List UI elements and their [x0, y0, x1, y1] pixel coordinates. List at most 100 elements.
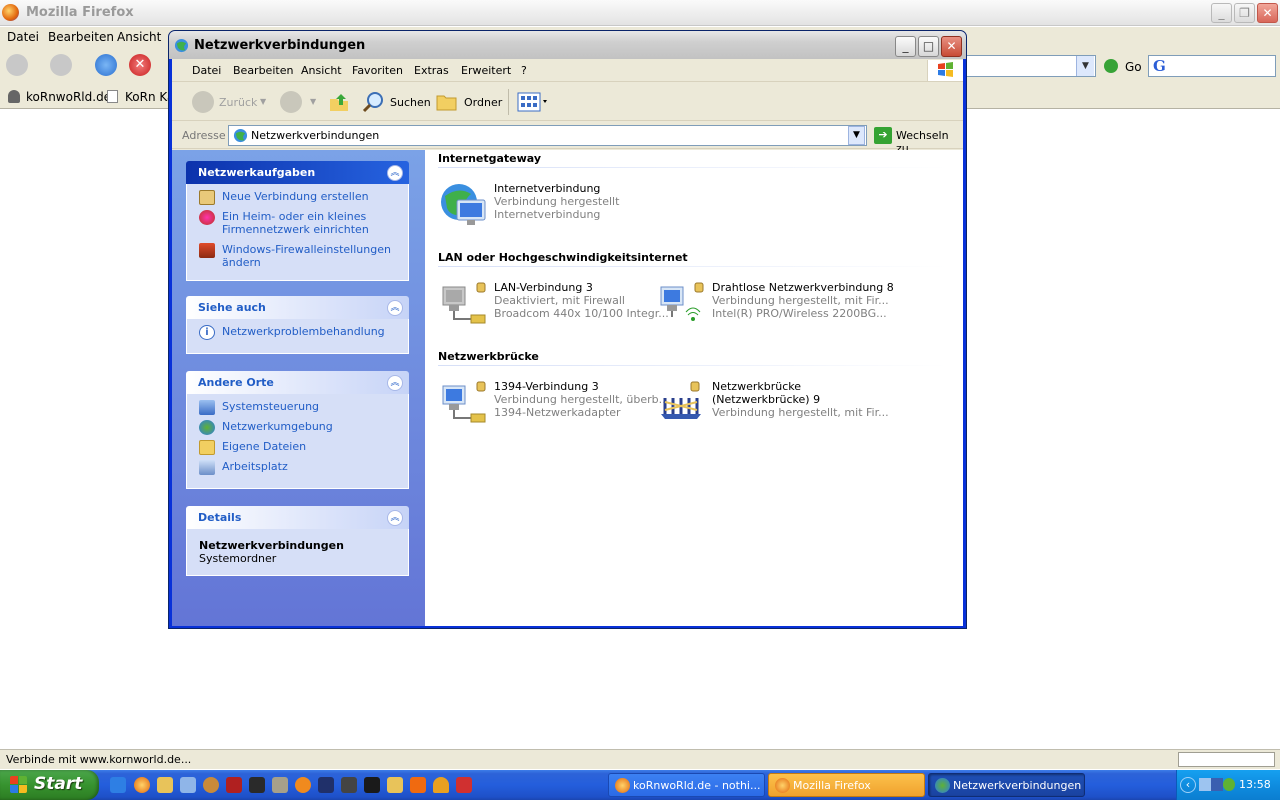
firefox-close-button[interactable]: ✕	[1257, 3, 1278, 23]
firefox-menu-bearbeiten[interactable]: Bearbeiten	[48, 30, 114, 44]
search-icon[interactable]	[362, 91, 386, 115]
connection-name: Drahtlose Netzwerkverbindung 8	[712, 281, 894, 294]
quicklaunch-app-icon[interactable]	[341, 777, 357, 793]
bookmark-favicon-icon	[8, 90, 20, 103]
menu-bearbeiten[interactable]: Bearbeiten	[233, 64, 293, 77]
quicklaunch-app-icon[interactable]	[249, 777, 265, 793]
quicklaunch-app-icon[interactable]	[203, 777, 219, 793]
task-troubleshooter[interactable]: i Netzwerkproblembehandlung	[187, 325, 408, 340]
firefox-search-input[interactable]: G	[1148, 55, 1276, 77]
address-label: Adresse	[182, 129, 226, 142]
connection-device: Verbindung hergestellt, mit Fir...	[712, 406, 889, 419]
connection-device: Intel(R) PRO/Wireless 2200BG...	[712, 307, 887, 320]
menu-extras[interactable]: Extras	[414, 64, 449, 77]
start-button[interactable]: Start	[0, 770, 99, 800]
network-tasks-header[interactable]: Netzwerkaufgaben ︽	[186, 161, 409, 184]
folder-up-icon[interactable]	[328, 91, 350, 113]
collapse-chevron-icon[interactable]: ︽	[387, 375, 403, 391]
collapse-chevron-icon[interactable]: ︽	[387, 165, 403, 181]
views-icon[interactable]	[517, 92, 549, 112]
place-my-documents[interactable]: Eigene Dateien	[187, 440, 408, 455]
quicklaunch-app-icon[interactable]	[364, 777, 380, 793]
task-new-connection[interactable]: Neue Verbindung erstellen	[187, 190, 408, 205]
menu-help[interactable]: ?	[521, 64, 527, 77]
section-header-bridge: Netzwerkbrücke	[438, 350, 539, 363]
explorer-maximize-button[interactable]: □	[918, 36, 939, 57]
connection-status: (Netzwerkbrücke) 9	[712, 393, 821, 406]
connection-status: Verbindung hergestellt, mit Fir...	[712, 294, 889, 307]
connection-item[interactable]: Internetverbindung Verbindung hergestell…	[439, 182, 657, 228]
back-arrow-icon[interactable]	[6, 54, 28, 76]
explorer-titlebar[interactable]: Netzwerkverbindungen _ □ ✕	[169, 31, 966, 59]
menu-erweitert[interactable]: Erweitert	[461, 64, 511, 77]
explorer-minimize-button[interactable]: _	[895, 36, 916, 57]
forward-dropdown-icon[interactable]: ▼	[310, 97, 316, 106]
place-network-neighborhood[interactable]: Netzwerkumgebung	[187, 420, 408, 435]
taskbar-task-netzwerkverbindungen[interactable]: Netzwerkverbindungen	[928, 773, 1085, 797]
stop-icon[interactable]: ✕	[129, 54, 151, 76]
explorer-close-button[interactable]: ✕	[941, 36, 962, 57]
quicklaunch-app-icon[interactable]	[226, 777, 242, 793]
address-bar: Adresse Netzwerkverbindungen ▼ ➔ Wechsel…	[172, 122, 963, 155]
folders-button[interactable]: Ordner	[464, 96, 502, 109]
connection-name: Internetverbindung	[494, 182, 601, 195]
taskbar-task-firefox[interactable]: Mozilla Firefox	[768, 773, 925, 797]
folders-icon[interactable]	[436, 92, 458, 112]
reload-icon[interactable]	[95, 54, 117, 76]
menu-datei[interactable]: Datei	[192, 64, 221, 77]
tray-expand-icon[interactable]: ‹	[1180, 777, 1196, 793]
quicklaunch-app-icon[interactable]	[157, 777, 173, 793]
go-icon[interactable]	[1104, 59, 1118, 73]
firefox-url-dropdown-icon[interactable]: ▼	[1076, 56, 1094, 76]
details-header[interactable]: Details ︽	[186, 506, 409, 529]
network-tasks-title: Netzwerkaufgaben	[198, 166, 316, 179]
connection-item[interactable]: LAN-Verbindung 3 Deaktiviert, mit Firewa…	[439, 281, 669, 327]
tray-network-icon[interactable]	[1199, 778, 1211, 791]
back-button[interactable]: Zurück	[219, 96, 257, 109]
back-dropdown-icon[interactable]: ▼	[260, 97, 266, 106]
quicklaunch-app-icon[interactable]	[180, 777, 196, 793]
quicklaunch-ie-icon[interactable]	[110, 777, 126, 793]
home-network-icon	[199, 210, 215, 225]
taskbar-task-kornworld[interactable]: koRnwoRld.de - nothi...	[608, 773, 765, 797]
connection-item[interactable]: 1394-Verbindung 3 Verbindung hergestellt…	[439, 380, 669, 426]
tray-network-icon[interactable]	[1211, 778, 1223, 791]
collapse-chevron-icon[interactable]: ︽	[387, 300, 403, 316]
other-places-header[interactable]: Andere Orte ︽	[186, 371, 409, 394]
place-my-computer[interactable]: Arbeitsplatz	[187, 460, 408, 475]
bookmark-kornworld[interactable]: koRnwoRld.de	[26, 90, 111, 104]
quicklaunch-app-icon[interactable]	[456, 777, 472, 793]
forward-arrow-icon[interactable]	[50, 54, 72, 76]
back-icon[interactable]	[192, 91, 214, 113]
quicklaunch-app-icon[interactable]	[295, 777, 311, 793]
forward-icon[interactable]	[280, 91, 302, 113]
firefox-maximize-button[interactable]: ❐	[1234, 3, 1255, 23]
quicklaunch-app-icon[interactable]	[410, 777, 426, 793]
tray-wireless-icon[interactable]	[1223, 778, 1235, 791]
go-arrow-icon[interactable]: ➔	[874, 127, 892, 144]
see-also-header[interactable]: Siehe auch ︽	[186, 296, 409, 319]
menu-ansicht[interactable]: Ansicht	[301, 64, 342, 77]
connection-item[interactable]: Netzwerkbrücke (Netzwerkbrücke) 9 Verbin…	[657, 380, 889, 426]
place-control-panel[interactable]: Systemsteuerung	[187, 400, 408, 415]
quicklaunch-app-icon[interactable]	[387, 777, 403, 793]
task-label: Ein Heim- oder ein kleines Firmennetzwer…	[222, 210, 369, 236]
quicklaunch-firefox-icon[interactable]	[134, 777, 150, 793]
search-button[interactable]: Suchen	[390, 96, 431, 109]
connection-item[interactable]: Drahtlose Netzwerkverbindung 8 Verbindun…	[657, 281, 894, 327]
collapse-chevron-icon[interactable]: ︽	[387, 510, 403, 526]
firefox-menu-datei[interactable]: Datei	[7, 30, 39, 44]
windows-logo-icon	[927, 60, 963, 81]
address-dropdown-icon[interactable]: ▼	[848, 126, 865, 145]
firefox-menu-ansicht[interactable]: Ansicht	[117, 30, 161, 44]
firefox-minimize-button[interactable]: _	[1211, 3, 1232, 23]
quicklaunch-app-icon[interactable]	[433, 777, 449, 793]
firefox-go-button[interactable]: Go	[1125, 60, 1142, 74]
address-input[interactable]: Netzwerkverbindungen	[228, 125, 867, 146]
task-home-network[interactable]: Ein Heim- oder ein kleines Firmennetzwer…	[187, 210, 408, 236]
task-firewall-settings[interactable]: Windows-Firewalleinstellungen ändern	[187, 243, 408, 269]
quicklaunch-app-icon[interactable]	[318, 777, 334, 793]
quicklaunch-app-icon[interactable]	[272, 777, 288, 793]
menu-favoriten[interactable]: Favoriten	[352, 64, 403, 77]
tray-clock[interactable]: 13:58	[1239, 778, 1271, 791]
